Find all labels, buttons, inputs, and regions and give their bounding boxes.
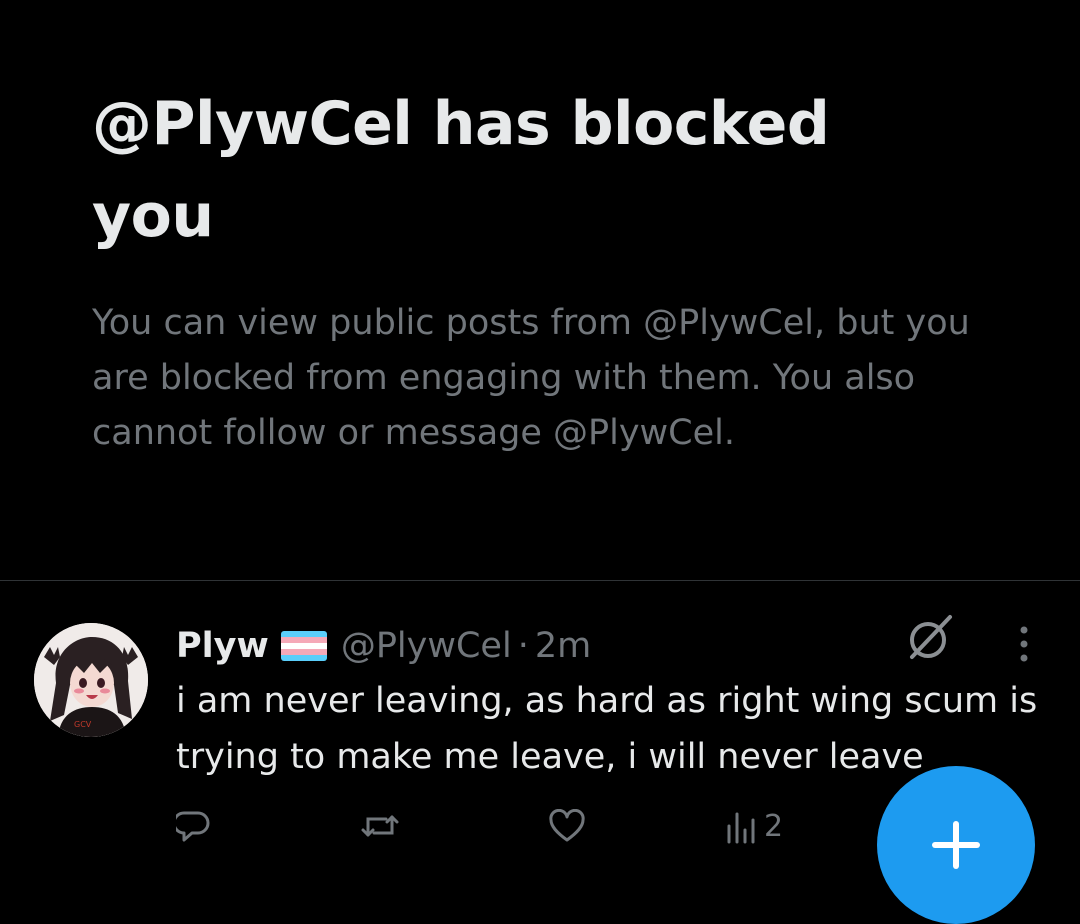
views-button[interactable]: 2 [724,809,783,844]
svg-text:GCV: GCV [74,720,92,729]
more-vertical-icon[interactable] [1013,623,1035,667]
post-header: Plyw @PlywCel · 2m [176,623,591,669]
user-handle[interactable]: @PlywCel [341,626,512,666]
blocked-notice: @PlywCel has blocked you You can view pu… [92,78,992,461]
views-count: 2 [764,809,784,844]
repost-button[interactable] [360,809,400,843]
compose-button[interactable] [877,766,1035,924]
views-icon [724,810,758,844]
repost-icon [360,809,400,843]
transgender-flag-icon [280,631,327,661]
grok-icon[interactable] [904,611,956,663]
like-icon [548,809,586,843]
like-button[interactable] [548,809,586,843]
blocked-title: @PlywCel has blocked you [92,89,830,251]
post-time[interactable]: 2m [535,626,591,666]
blocked-description: You can view public posts from @PlywCel,… [92,303,970,453]
reply-icon [176,809,210,843]
avatar[interactable]: GCV [34,623,148,737]
reply-button[interactable] [176,809,210,843]
separator-dot: · [517,626,529,666]
display-name[interactable]: Plyw [176,626,269,666]
post-text: i am never leaving, as hard as right win… [176,681,1038,777]
